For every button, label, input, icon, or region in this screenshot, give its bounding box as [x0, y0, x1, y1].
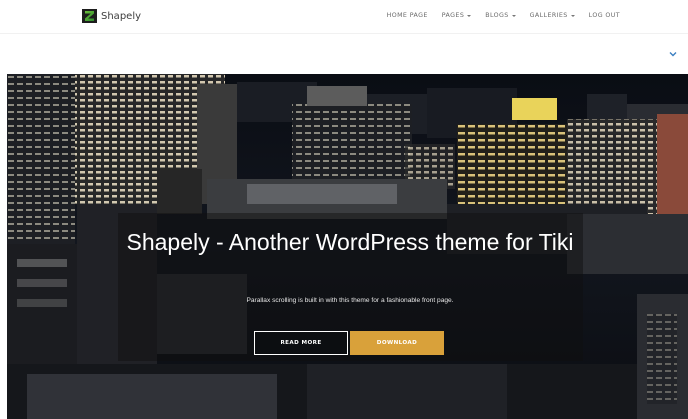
caret-down-icon: [511, 14, 516, 17]
chevron-down-icon: [669, 52, 677, 57]
read-more-button[interactable]: READ MORE: [254, 331, 348, 355]
menu-item-label: PAGES: [441, 12, 465, 19]
caret-down-icon: [467, 14, 472, 17]
menu-item-label: BLOGS: [485, 12, 509, 19]
collapse-toggle-button[interactable]: [668, 46, 678, 57]
hero-banner: Shapely - Another WordPress theme for Ti…: [7, 74, 688, 419]
hero-title: Shapely - Another WordPress theme for Ti…: [126, 229, 574, 255]
menu-item-label: HOME PAGE: [386, 12, 428, 19]
site-logo[interactable]: Shapely: [82, 9, 141, 23]
site-name: Shapely: [101, 10, 142, 22]
menu-item-label: GALLERIES: [529, 12, 568, 19]
main-menu: HOME PAGE PAGES BLOGS GALLERIES LOG OUT: [387, 12, 620, 19]
menu-item-home-page[interactable]: HOME PAGE: [387, 12, 428, 19]
caret-down-icon: [570, 14, 575, 17]
menu-item-log-out[interactable]: LOG OUT: [589, 12, 620, 19]
menu-item-pages[interactable]: PAGES: [441, 12, 472, 19]
site-header: Shapely HOME PAGE PAGES BLOGS GALLERIES …: [0, 0, 688, 34]
logo-icon: [82, 9, 97, 23]
menu-item-galleries[interactable]: GALLERIES: [530, 12, 575, 19]
menu-item-label: LOG OUT: [588, 12, 620, 19]
hero-subtitle: Parallax scrolling is built in with this…: [246, 297, 454, 304]
menu-item-blogs[interactable]: BLOGS: [485, 12, 516, 19]
download-button[interactable]: DOWNLOAD: [350, 331, 444, 355]
